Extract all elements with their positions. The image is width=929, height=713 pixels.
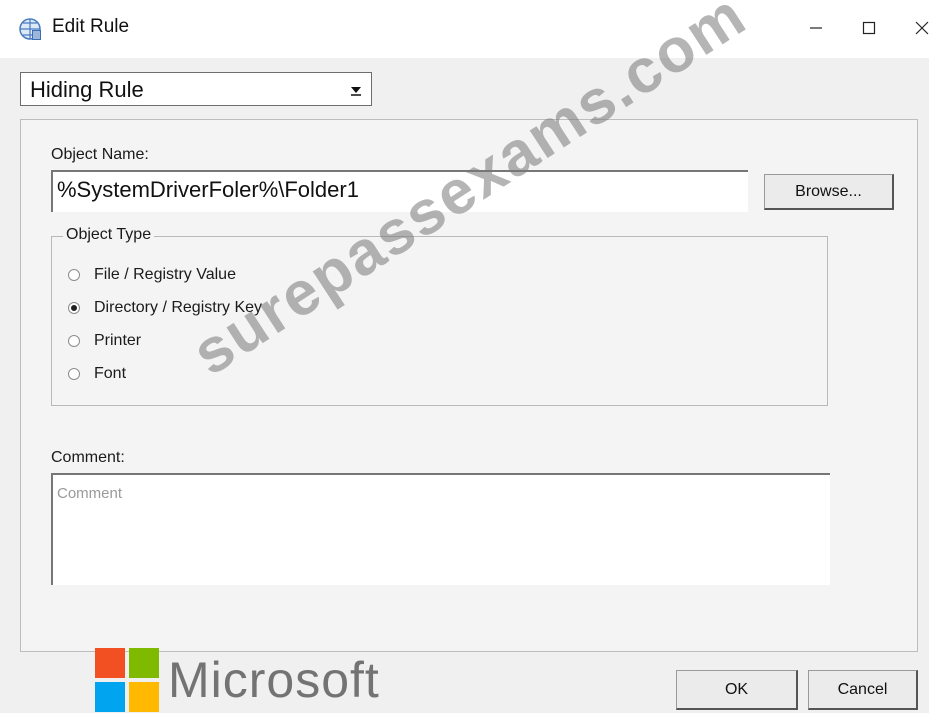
object-type-legend: Object Type [63, 226, 155, 244]
object-name-value: %SystemDriverFoler%\Folder1 [57, 177, 359, 202]
rule-type-value: Hiding Rule [30, 77, 144, 102]
radio-label: Printer [94, 332, 142, 349]
radio-button-selected[interactable] [68, 302, 80, 314]
rule-app-icon [19, 18, 41, 40]
comment-input[interactable]: Comment [51, 473, 830, 585]
browse-button[interactable]: Browse... [764, 174, 894, 210]
radio-label: File / Registry Value [94, 266, 236, 283]
object-name-label: Object Name: [51, 146, 149, 163]
title-bar: Edit Rule [0, 0, 929, 58]
radio-button[interactable] [68, 335, 80, 347]
radio-label: Font [94, 365, 127, 382]
window-title: Edit Rule [52, 16, 130, 37]
close-button[interactable] [902, 10, 929, 46]
maximize-icon [862, 21, 876, 35]
comment-placeholder: Comment [57, 485, 123, 502]
microsoft-logo-icon [95, 648, 159, 712]
minimize-button[interactable] [796, 10, 836, 46]
radio-printer[interactable]: Printer [68, 332, 141, 350]
comment-label: Comment: [51, 449, 125, 466]
radio-label: Directory / Registry Key [94, 299, 263, 316]
close-icon [915, 21, 929, 35]
ok-button[interactable]: OK [676, 670, 798, 710]
dropdown-arrow-icon [351, 87, 361, 96]
radio-font[interactable]: Font [68, 365, 126, 383]
object-type-group [51, 236, 828, 406]
radio-button[interactable] [68, 368, 80, 380]
maximize-button[interactable] [849, 10, 889, 46]
radio-directory-registry-key[interactable]: Directory / Registry Key [68, 299, 262, 317]
object-name-input[interactable]: %SystemDriverFoler%\Folder1 [51, 170, 748, 212]
rule-type-select[interactable]: Hiding Rule [20, 72, 372, 106]
radio-file-registry-value[interactable]: File / Registry Value [68, 266, 236, 284]
microsoft-logo-text: Microsoft [168, 652, 380, 708]
radio-button[interactable] [68, 269, 80, 281]
cancel-button[interactable]: Cancel [808, 670, 918, 710]
minimize-icon [810, 27, 822, 29]
